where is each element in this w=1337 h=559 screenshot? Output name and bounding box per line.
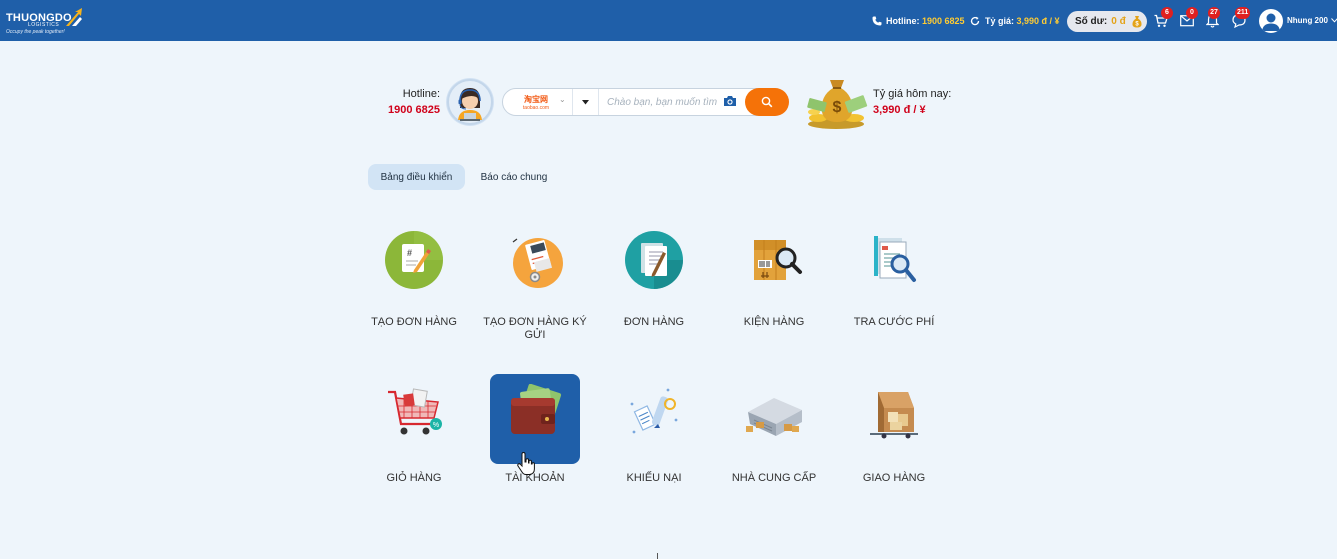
tile-label: KHIẾU NẠI xyxy=(626,472,682,484)
store-chevron-icon: ⌄ xyxy=(559,95,566,104)
search-input[interactable] xyxy=(607,94,719,110)
taobao-logo: 淘宝网 taobao.com xyxy=(519,94,553,111)
topbar-rate-value: 3,990 đ / ¥ xyxy=(1016,15,1060,26)
divider-mark xyxy=(657,553,658,559)
logo-mark-icon xyxy=(66,8,82,26)
tile-cart[interactable]: % GIỎ HÀNG xyxy=(369,374,459,494)
hand-cursor-icon xyxy=(517,452,535,475)
topbar-notifications[interactable]: 27 xyxy=(1205,7,1224,29)
refresh-icon xyxy=(970,0,980,41)
message-count-badge: 211 xyxy=(1235,7,1251,19)
tile-label: NHÀ CUNG CẤP xyxy=(731,472,817,484)
support-agent-icon xyxy=(446,78,494,126)
tile-label: KIỆN HÀNG xyxy=(743,316,805,328)
tile-label: GIỎ HÀNG xyxy=(386,472,442,484)
chevron-down-icon xyxy=(1331,18,1337,23)
store-select[interactable]: 淘宝网 taobao.com ⌄ xyxy=(503,89,573,115)
username: Nhung 200 xyxy=(1287,16,1328,25)
tile-label: GIAO HÀNG xyxy=(862,472,926,484)
supplier-icon xyxy=(746,398,802,436)
user-avatar[interactable] xyxy=(1259,9,1283,33)
consignment-order-icon xyxy=(512,238,563,288)
user-menu[interactable]: Nhung 200 xyxy=(1287,0,1337,41)
tile-label: ĐƠN HÀNG xyxy=(623,316,685,328)
tab-dashboard[interactable]: Bảng điều khiển xyxy=(368,164,465,190)
search-icon xyxy=(761,96,773,108)
tile-orders[interactable]: ĐƠN HÀNG xyxy=(609,228,699,348)
tile-fee-lookup[interactable]: TRA CƯỚC PHÍ xyxy=(849,228,939,348)
brand-logo[interactable]: THUONGDO LOGISTICS Occupy the peak toget… xyxy=(6,8,86,36)
store-domain: taobao.com xyxy=(523,105,549,111)
hotline-label: Hotline: xyxy=(402,88,440,100)
balance-value: 0 đ xyxy=(1111,16,1126,27)
balance-pill[interactable]: Số dư: 0 đ $ xyxy=(1067,11,1147,32)
balance-label: Số dư: xyxy=(1075,16,1108,27)
money-bag-coins-icon: $ xyxy=(807,80,868,129)
top-bar: THUONGDO LOGISTICS Occupy the peak toget… xyxy=(0,0,1337,41)
phone-icon xyxy=(872,0,882,41)
logo-subtext: LOGISTICS xyxy=(28,22,60,28)
tile-label: TRA CƯỚC PHÍ xyxy=(853,316,935,328)
delivery-icon xyxy=(870,392,918,439)
cart-icon: % xyxy=(388,388,442,435)
money-bag-icon: $ xyxy=(1132,16,1142,28)
topbar-mail[interactable]: 0 xyxy=(1180,7,1198,29)
topbar-hotline[interactable]: Hotline: 1900 6825 xyxy=(886,0,965,41)
topbar-hotline-number: 1900 6825 xyxy=(922,15,965,26)
tile-complaint[interactable]: KHIẾU NẠI xyxy=(609,374,699,494)
topbar-messages[interactable]: 211 xyxy=(1232,7,1251,29)
tile-supplier[interactable]: NHÀ CUNG CẤP xyxy=(729,374,819,494)
tile-account[interactable]: TÀI KHOẢN xyxy=(490,374,580,484)
store-name: 淘宝网 xyxy=(524,94,548,104)
logo-slogan: Occupy the peak together! xyxy=(6,29,65,35)
svg-text:$: $ xyxy=(833,99,842,116)
user-icon xyxy=(1262,13,1280,31)
complaint-icon xyxy=(630,388,678,434)
svg-text:%: % xyxy=(433,422,439,429)
tile-delivery[interactable]: GIAO HÀNG xyxy=(849,374,939,494)
camera-icon[interactable] xyxy=(723,94,737,108)
tile-create-consignment-order[interactable]: TẠO ĐƠN HÀNG KÝ GỬI xyxy=(483,228,587,348)
wallet-icon xyxy=(511,384,562,434)
orders-icon xyxy=(625,231,683,289)
today-rate-value: 3,990 đ / ¥ xyxy=(873,104,926,116)
fee-lookup-icon xyxy=(874,236,916,282)
tile-label: TẠO ĐƠN HÀNG KÝ GỬI xyxy=(483,316,587,341)
today-rate-label: Tỷ giá hôm nay: xyxy=(873,88,952,100)
svg-text:#: # xyxy=(407,248,412,258)
packages-icon xyxy=(754,240,802,280)
cart-count-badge: 6 xyxy=(1161,7,1173,19)
topbar-rate-label: Tỷ giá: xyxy=(985,15,1015,26)
notification-count-badge: 27 xyxy=(1208,7,1220,19)
tab-general-report[interactable]: Báo cáo chung xyxy=(470,164,558,190)
topbar-exchange-rate: Tỷ giá: 3,990 đ / ¥ xyxy=(985,0,1060,41)
create-order-icon: # xyxy=(385,231,443,289)
topbar-cart[interactable]: 6 xyxy=(1154,7,1173,29)
caret-down-icon xyxy=(582,99,589,104)
hotline-number: 1900 6825 xyxy=(388,104,440,116)
tile-create-order[interactable]: # TẠO ĐƠN HÀNG xyxy=(369,228,459,348)
search-button[interactable] xyxy=(745,88,789,116)
topbar-hotline-label: Hotline: xyxy=(886,15,920,26)
mail-count-badge: 0 xyxy=(1186,7,1198,19)
tile-packages[interactable]: KIỆN HÀNG xyxy=(729,228,819,348)
tile-label: TẠO ĐƠN HÀNG xyxy=(371,316,457,328)
search-bar: 淘宝网 taobao.com ⌄ xyxy=(502,88,789,116)
dropdown-button[interactable] xyxy=(573,89,599,115)
